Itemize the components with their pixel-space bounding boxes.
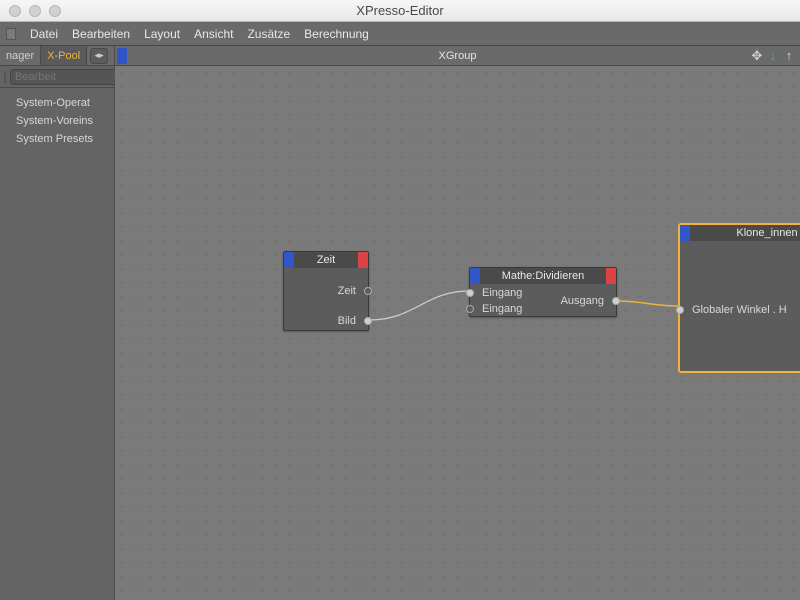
node-canvas[interactable]: Zeit Zeit Bild M (115, 66, 800, 600)
canvas-tool-move-icon[interactable]: ✥ (750, 48, 764, 64)
menu-bearbeiten[interactable]: Bearbeiten (72, 27, 130, 41)
menubar: Datei Bearbeiten Layout Ansicht Zusätze … (0, 22, 800, 46)
tab-overflow-icon[interactable]: ◂▸ (90, 48, 108, 64)
output-port[interactable] (364, 287, 372, 295)
canvas-panel: XGroup ✥ ↓ ↑ Zeit Zeit (115, 46, 800, 600)
node-title[interactable]: Klone_innen (680, 225, 800, 241)
port-label-bild: Bild (338, 315, 356, 327)
sidebar-search-row: 🔍 (0, 66, 114, 88)
node-input-color-icon (680, 225, 690, 241)
input-port[interactable] (676, 306, 684, 314)
sidebar-tab-manager[interactable]: nager (0, 46, 40, 65)
sidebar: nager X-Pool ◂▸ 🔍 System-Operat System-V… (0, 46, 115, 600)
node-output-color-icon (358, 252, 368, 268)
tree-item-system-voreinstellungen[interactable]: System-Voreins (4, 112, 114, 130)
output-port[interactable] (364, 317, 372, 325)
tree-item-system-presets[interactable]: System Presets (4, 130, 114, 148)
sidebar-tab-xpool[interactable]: X-Pool (40, 46, 87, 65)
menu-zusaetze[interactable]: Zusätze (247, 27, 290, 41)
grip-icon[interactable] (4, 71, 6, 83)
canvas-header: XGroup ✥ ↓ ↑ (115, 46, 800, 66)
window-title: XPresso-Editor (0, 3, 800, 18)
grip-icon[interactable] (6, 28, 16, 40)
menu-ansicht[interactable]: Ansicht (194, 27, 233, 41)
output-port[interactable] (612, 297, 620, 305)
titlebar: XPresso-Editor (0, 0, 800, 22)
sidebar-tabrow: nager X-Pool ◂▸ (0, 46, 114, 66)
node-input-color-icon (470, 268, 480, 284)
canvas-tool-up-icon[interactable]: ↑ (782, 48, 796, 64)
tree-item-system-operators[interactable]: System-Operat (4, 94, 114, 112)
sidebar-tree: System-Operat System-Voreins System Pres… (0, 88, 114, 148)
node-input-color-icon (284, 252, 294, 268)
node-mathe-dividieren[interactable]: Mathe:Dividieren Eingang Eingang Ausgang (469, 267, 617, 317)
port-label-ausgang: Ausgang (561, 295, 604, 307)
menu-berechnung[interactable]: Berechnung (304, 27, 369, 41)
node-output-color-icon (606, 268, 616, 284)
node-title[interactable]: Mathe:Dividieren (470, 268, 616, 284)
node-zeit[interactable]: Zeit Zeit Bild (283, 251, 369, 331)
menu-layout[interactable]: Layout (144, 27, 180, 41)
canvas-header-title: XGroup (115, 50, 800, 62)
port-label-zeit: Zeit (338, 285, 356, 297)
node-title[interactable]: Zeit (284, 252, 368, 268)
node-klone-innen[interactable]: Klone_innen Globaler Winkel . H (679, 224, 800, 372)
canvas-tool-down-icon[interactable]: ↓ (766, 48, 780, 64)
port-label-globaler-winkel-h: Globaler Winkel . H (692, 304, 787, 316)
menu-datei[interactable]: Datei (30, 27, 58, 41)
